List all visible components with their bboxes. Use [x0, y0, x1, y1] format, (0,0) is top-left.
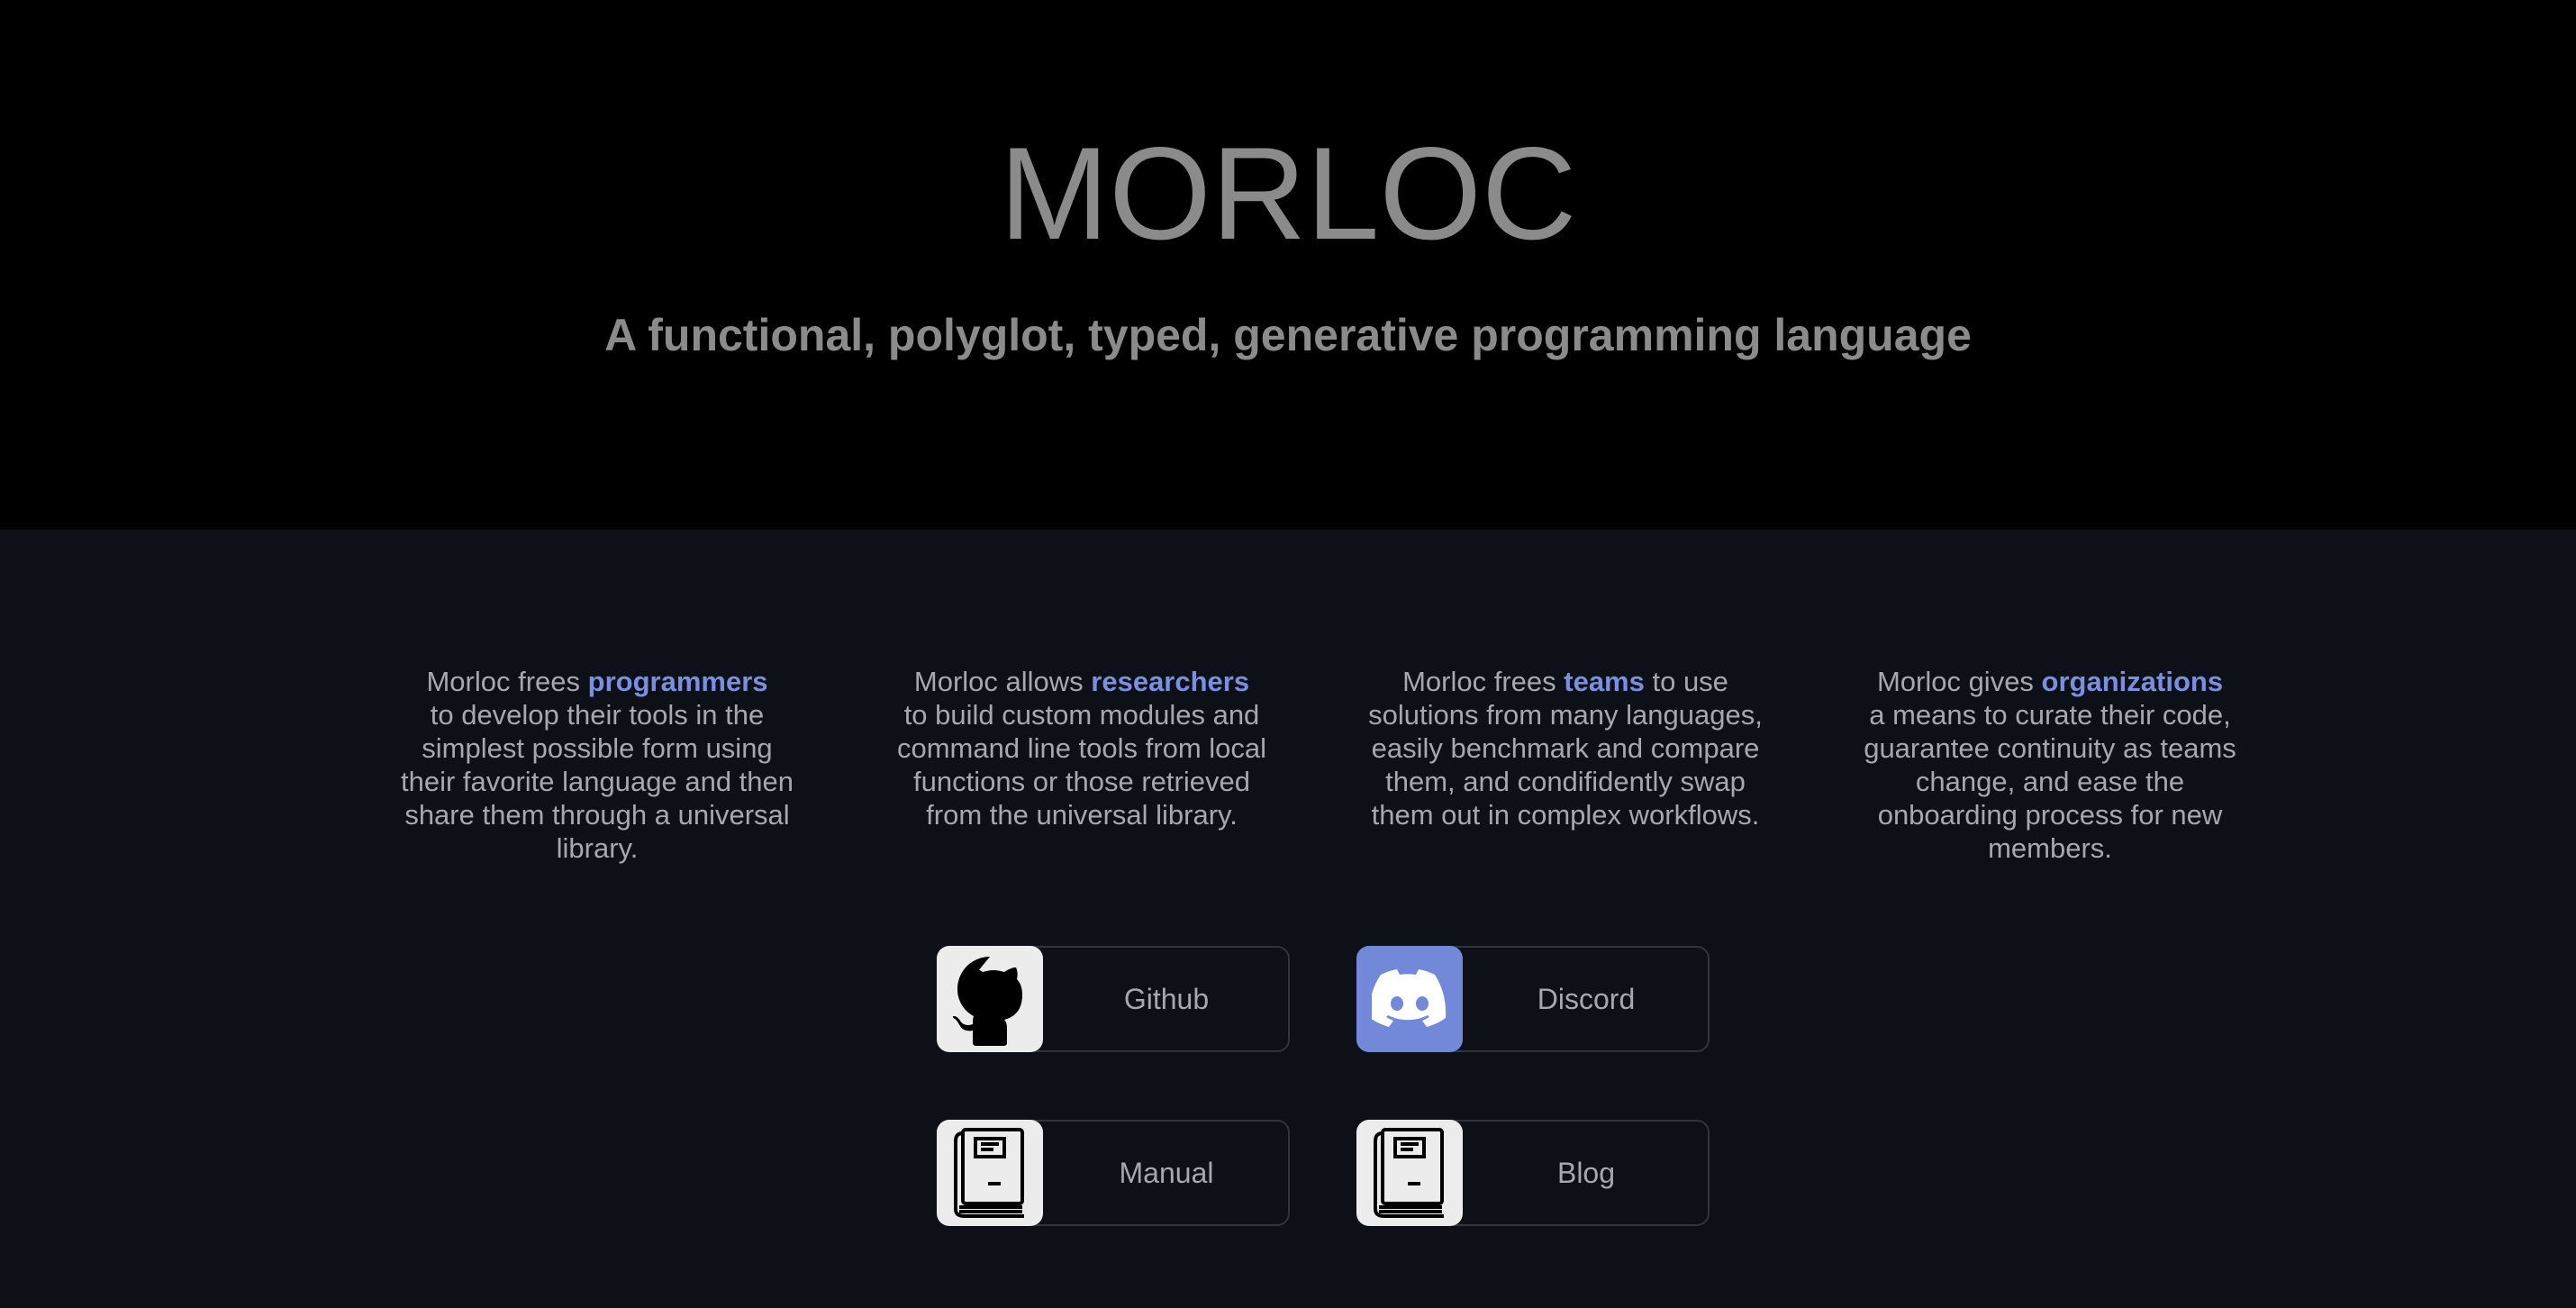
feature-keyword: teams: [1564, 666, 1645, 697]
feature-keyword: programmers: [587, 666, 768, 697]
site-title: MORLOC: [999, 120, 1577, 267]
feature-keyword: researchers: [1091, 666, 1250, 697]
feature-teams: Morloc frees teams to use solutions from…: [1367, 665, 1764, 831]
book-icon: [1356, 1120, 1463, 1226]
feature-keyword: organizations: [2041, 666, 2224, 697]
feature-prefix: Morloc allows: [913, 666, 1092, 697]
manual-link-button[interactable]: Manual: [937, 1120, 1290, 1226]
github-label: Github: [1123, 983, 1210, 1015]
feature-text: to build custom modules and command line…: [896, 699, 1267, 831]
features-section: Morloc frees programmers to develop thei…: [0, 665, 2576, 890]
hero-banner: MORLOC A functional, polyglot, typed, ge…: [0, 0, 2576, 530]
feature-prefix: Morloc frees: [426, 666, 588, 697]
feature-prefix: Morloc frees: [1402, 666, 1565, 697]
site-subtitle: A functional, polyglot, typed, generativ…: [604, 310, 1972, 360]
feature-researchers: Morloc allows researchers to build custo…: [884, 665, 1280, 831]
book-icon: [937, 1120, 1043, 1226]
github-icon: [937, 946, 1043, 1052]
discord-icon: [1356, 946, 1463, 1052]
github-link-button[interactable]: Github: [937, 946, 1290, 1052]
blog-label: Blog: [1556, 1157, 1616, 1189]
feature-text: a means to curate their code, guarantee …: [1864, 699, 2236, 864]
feature-prefix: Morloc gives: [1876, 666, 2042, 697]
feature-programmers: Morloc frees programmers to develop thei…: [399, 665, 795, 865]
feature-organizations: Morloc gives organizations a means to cu…: [1852, 665, 2248, 865]
discord-label: Discord: [1537, 983, 1636, 1015]
blog-link-button[interactable]: Blog: [1356, 1120, 1710, 1226]
discord-link-button[interactable]: Discord: [1356, 946, 1710, 1052]
manual-label: Manual: [1119, 1157, 1214, 1189]
feature-text: to develop their tools in the simplest p…: [400, 699, 794, 864]
